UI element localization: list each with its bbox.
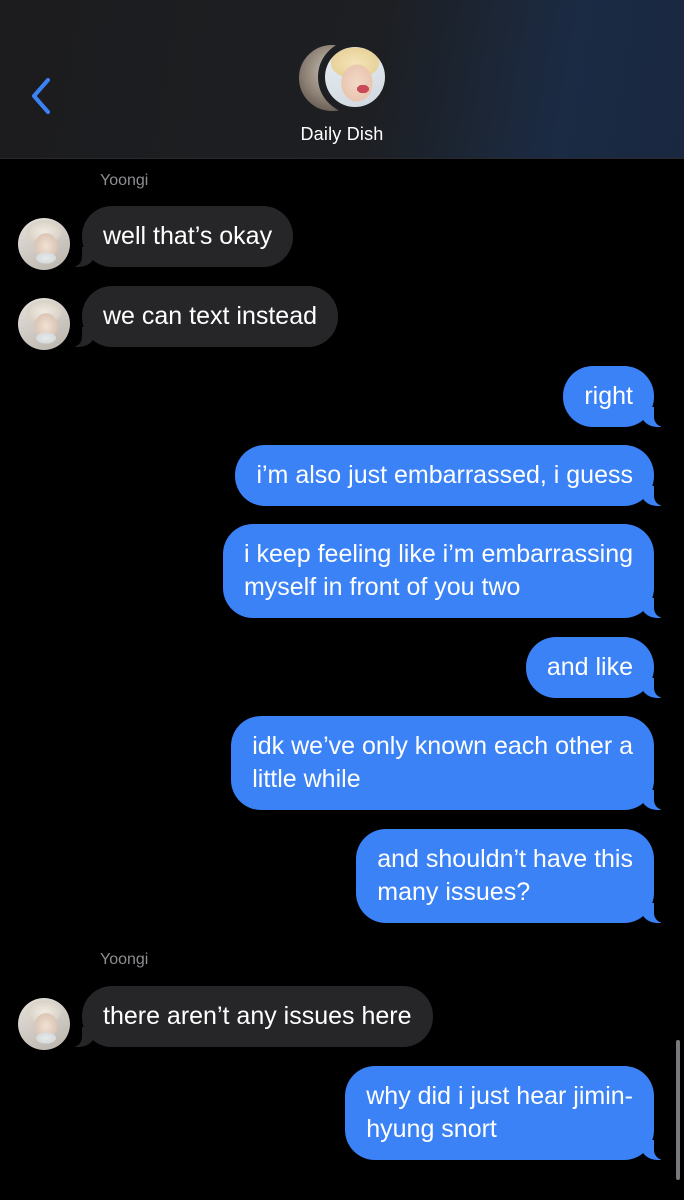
- sender-avatar[interactable]: [18, 218, 70, 270]
- sender-avatar[interactable]: [18, 998, 70, 1050]
- scrollbar[interactable]: [676, 1040, 680, 1180]
- message-bubble[interactable]: and like: [525, 637, 665, 698]
- contact-name[interactable]: Daily Dish: [0, 124, 684, 145]
- message-bubble[interactable]: why did i just hear jimin- hyung snort: [345, 1066, 664, 1160]
- message-bubble[interactable]: there aren’t any issues here: [72, 986, 433, 1047]
- sender-label: Yoongi: [100, 172, 149, 189]
- message-bubble[interactable]: i’m also just embarrassed, i guess: [235, 445, 664, 506]
- back-button[interactable]: [24, 72, 60, 120]
- message-bubble[interactable]: i keep feeling like i’m embarrassing mys…: [222, 524, 665, 618]
- group-avatar[interactable]: [296, 40, 392, 114]
- message-bubble[interactable]: we can text instead: [71, 286, 339, 347]
- message-bubble[interactable]: and shouldn’t have this many issues?: [356, 829, 664, 923]
- sender-avatar[interactable]: [18, 298, 70, 350]
- conversation-header: Daily Dish: [0, 0, 684, 159]
- message-bubble[interactable]: right: [563, 366, 664, 427]
- member-avatar: [318, 40, 392, 114]
- message-bubble[interactable]: idk we’ve only known each other a little…: [231, 716, 664, 810]
- chevron-left-icon: [32, 78, 50, 114]
- sender-label: Yoongi: [100, 951, 149, 968]
- message-bubble[interactable]: well that’s okay: [71, 206, 294, 267]
